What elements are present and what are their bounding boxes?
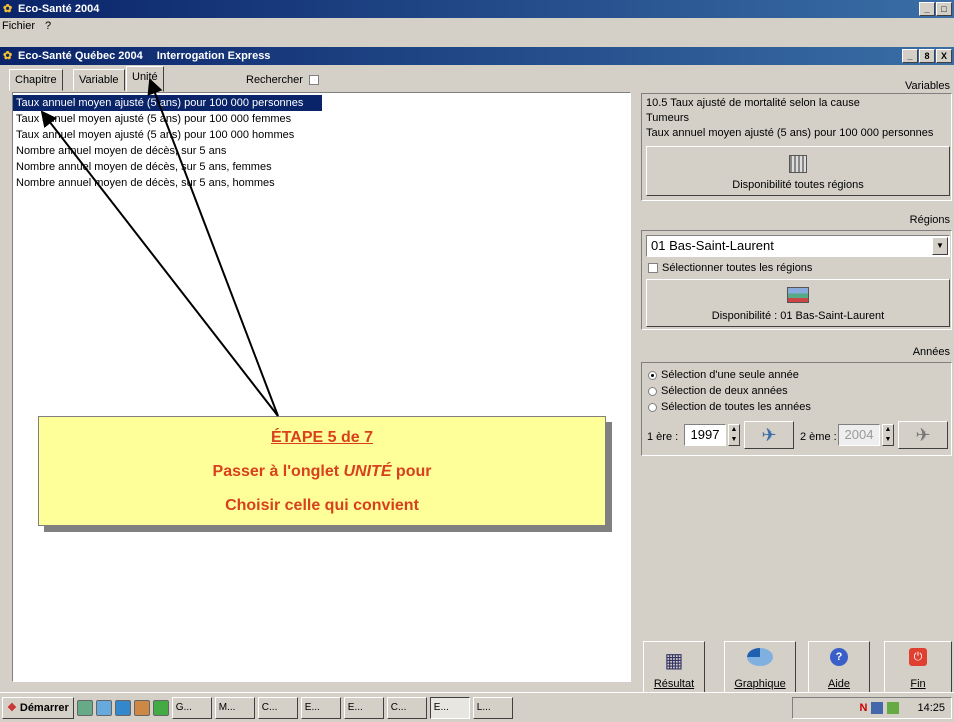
callout-arrows [40, 78, 279, 417]
quicklaunch-icon[interactable] [114, 699, 131, 716]
taskbar-item[interactable]: C... [257, 696, 298, 719]
taskbar-item-active[interactable]: E... [429, 696, 470, 719]
taskbar-item-label: C... [390, 702, 407, 713]
arrow-to-tab [147, 78, 279, 417]
tray-icon[interactable] [871, 702, 884, 714]
taskbar-item-label: L... [476, 702, 491, 713]
start-button[interactable]: ❖ Démarrer [2, 696, 74, 719]
taskbar-item[interactable]: E... [343, 696, 384, 719]
taskbar-item[interactable]: L... [472, 696, 513, 719]
quicklaunch-icon[interactable] [133, 699, 150, 716]
windows-logo-icon: ❖ [7, 702, 17, 714]
taskbar-item-label: M... [218, 702, 236, 713]
taskbar-item-label: G... [175, 702, 192, 713]
taskbar: ❖ Démarrer G... M... C... E... E... C... … [0, 692, 954, 722]
taskbar-item[interactable]: E... [300, 696, 341, 719]
taskbar-item[interactable]: G... [171, 696, 212, 719]
start-label: Démarrer [19, 701, 69, 714]
quicklaunch-icon[interactable] [152, 699, 169, 716]
taskbar-item-label: E... [433, 702, 449, 713]
tray-language-icon[interactable]: N [860, 702, 868, 714]
quicklaunch-icon[interactable] [95, 699, 112, 716]
system-tray: N 14:25 [792, 697, 952, 719]
taskbar-item[interactable]: M... [214, 696, 255, 719]
taskbar-item[interactable]: C... [386, 696, 427, 719]
arrow-to-list [40, 110, 279, 417]
clock: 14:25 [917, 702, 945, 714]
quicklaunch-icon[interactable] [76, 699, 93, 716]
taskbar-item-label: E... [304, 702, 320, 713]
tray-icon[interactable] [887, 702, 900, 714]
taskbar-item-label: E... [347, 702, 363, 713]
taskbar-item-label: C... [261, 702, 278, 713]
